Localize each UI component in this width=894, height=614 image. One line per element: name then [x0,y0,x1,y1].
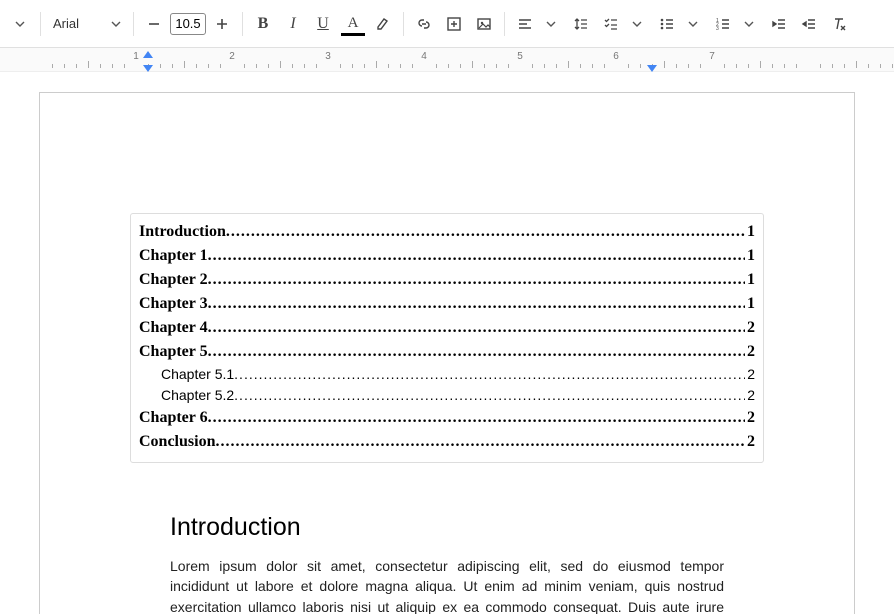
toc-leader-dots [234,385,745,406]
toc-entry[interactable]: Chapter 5 2 [139,340,755,364]
toc-leader-dots [208,292,745,316]
toc-leader-dots [208,406,745,430]
align-button[interactable] [511,10,539,38]
svg-text:3: 3 [716,26,719,32]
insert-image-button[interactable] [470,10,498,38]
increase-font-size-button[interactable] [208,10,236,38]
toc-leader-dots [208,340,745,364]
toc-entry-page: 2 [745,340,755,364]
underline-button[interactable]: U [309,10,337,38]
line-spacing-button[interactable] [567,10,595,38]
toc-entry[interactable]: Chapter 4 2 [139,316,755,340]
decrease-indent-button[interactable] [765,10,793,38]
add-comment-button[interactable] [440,10,468,38]
document-canvas[interactable]: Introduction1Chapter 11Chapter 21Chapter… [0,72,894,614]
toolbar-separator [403,12,404,36]
insert-link-button[interactable] [410,10,438,38]
toc-entry[interactable]: Introduction 1 [139,220,755,244]
toc-entry-title: Chapter 3 [139,292,208,316]
font-size-group [140,10,236,38]
italic-button[interactable]: I [279,10,307,38]
ruler-label: 2 [229,51,235,62]
ruler-label: 5 [517,51,523,62]
ruler-label: 3 [325,51,331,62]
document-body[interactable]: Introduction Lorem ipsum dolor sit amet,… [170,513,724,614]
increase-indent-button[interactable] [795,10,823,38]
toc-entry-title: Chapter 2 [139,268,208,292]
toc-entry-title: Chapter 1 [139,244,208,268]
ruler-label: 4 [421,51,427,62]
toc-entry-page: 2 [745,406,755,430]
font-family-select[interactable]: Arial [47,11,127,37]
toc-entry[interactable]: Conclusion 2 [139,430,755,454]
text-color-button[interactable]: A [339,10,367,38]
formatting-toolbar: Arial B I U A 1 [0,0,894,48]
toolbar-separator [40,12,41,36]
heading-introduction[interactable]: Introduction [170,513,724,542]
toolbar-separator [133,12,134,36]
align-dropdown-arrow[interactable] [537,10,565,38]
toc-entry-page: 2 [745,385,755,406]
toc-entry-page: 1 [745,244,755,268]
toc-entry[interactable]: Chapter 2 1 [139,268,755,292]
right-indent-marker[interactable] [647,65,657,72]
toc-entry-title: Conclusion [139,430,215,454]
font-size-input[interactable] [170,13,206,35]
first-line-indent-marker[interactable] [143,51,153,58]
toc-leader-dots [226,220,745,244]
toc-leader-dots [215,430,745,454]
toc-entry-page: 2 [745,430,755,454]
clear-formatting-button[interactable] [825,10,853,38]
toc-entry-title: Chapter 5.1 [139,364,234,385]
highlight-color-button[interactable] [369,10,397,38]
ruler-label: 1 [133,51,139,62]
bold-button[interactable]: B [249,10,277,38]
toc-leader-dots [208,268,745,292]
body-paragraph[interactable]: Lorem ipsum dolor sit amet, consectetur … [170,556,724,614]
document-page[interactable]: Introduction1Chapter 11Chapter 21Chapter… [39,92,855,614]
toc-entry[interactable]: Chapter 5.2 2 [139,385,755,406]
toc-entry-page: 1 [745,292,755,316]
toc-entry-title: Chapter 5 [139,340,208,364]
bulleted-list-dropdown-arrow[interactable] [679,10,707,38]
horizontal-ruler[interactable]: 1 2 3 4 5 6 7 [0,48,894,72]
toc-entry-title: Introduction [139,220,226,244]
toc-entry[interactable]: Chapter 1 1 [139,244,755,268]
toc-leader-dots [208,244,745,268]
styles-dropdown-arrow[interactable] [6,10,34,38]
toolbar-separator [504,12,505,36]
checklist-button[interactable] [597,10,625,38]
left-indent-marker[interactable] [143,65,153,72]
bulleted-list-button[interactable] [653,10,681,38]
toc-entry[interactable]: Chapter 6 2 [139,406,755,430]
toc-entry-title: Chapter 5.2 [139,385,234,406]
toc-entry-title: Chapter 6 [139,406,208,430]
ruler-label: 7 [709,51,715,62]
toc-entry-page: 2 [745,364,755,385]
checklist-dropdown-arrow[interactable] [623,10,651,38]
toolbar-separator [242,12,243,36]
toc-leader-dots [234,364,745,385]
toc-leader-dots [208,316,745,340]
toc-entry-page: 1 [745,220,755,244]
font-family-label: Arial [53,16,79,31]
toc-entry-page: 2 [745,316,755,340]
toc-entry[interactable]: Chapter 5.1 2 [139,364,755,385]
table-of-contents[interactable]: Introduction1Chapter 11Chapter 21Chapter… [130,213,764,463]
ruler-label: 6 [613,51,619,62]
toc-entry[interactable]: Chapter 3 1 [139,292,755,316]
toc-entry-title: Chapter 4 [139,316,208,340]
numbered-list-button[interactable]: 123 [709,10,737,38]
toc-entry-page: 1 [745,268,755,292]
numbered-list-dropdown-arrow[interactable] [735,10,763,38]
decrease-font-size-button[interactable] [140,10,168,38]
